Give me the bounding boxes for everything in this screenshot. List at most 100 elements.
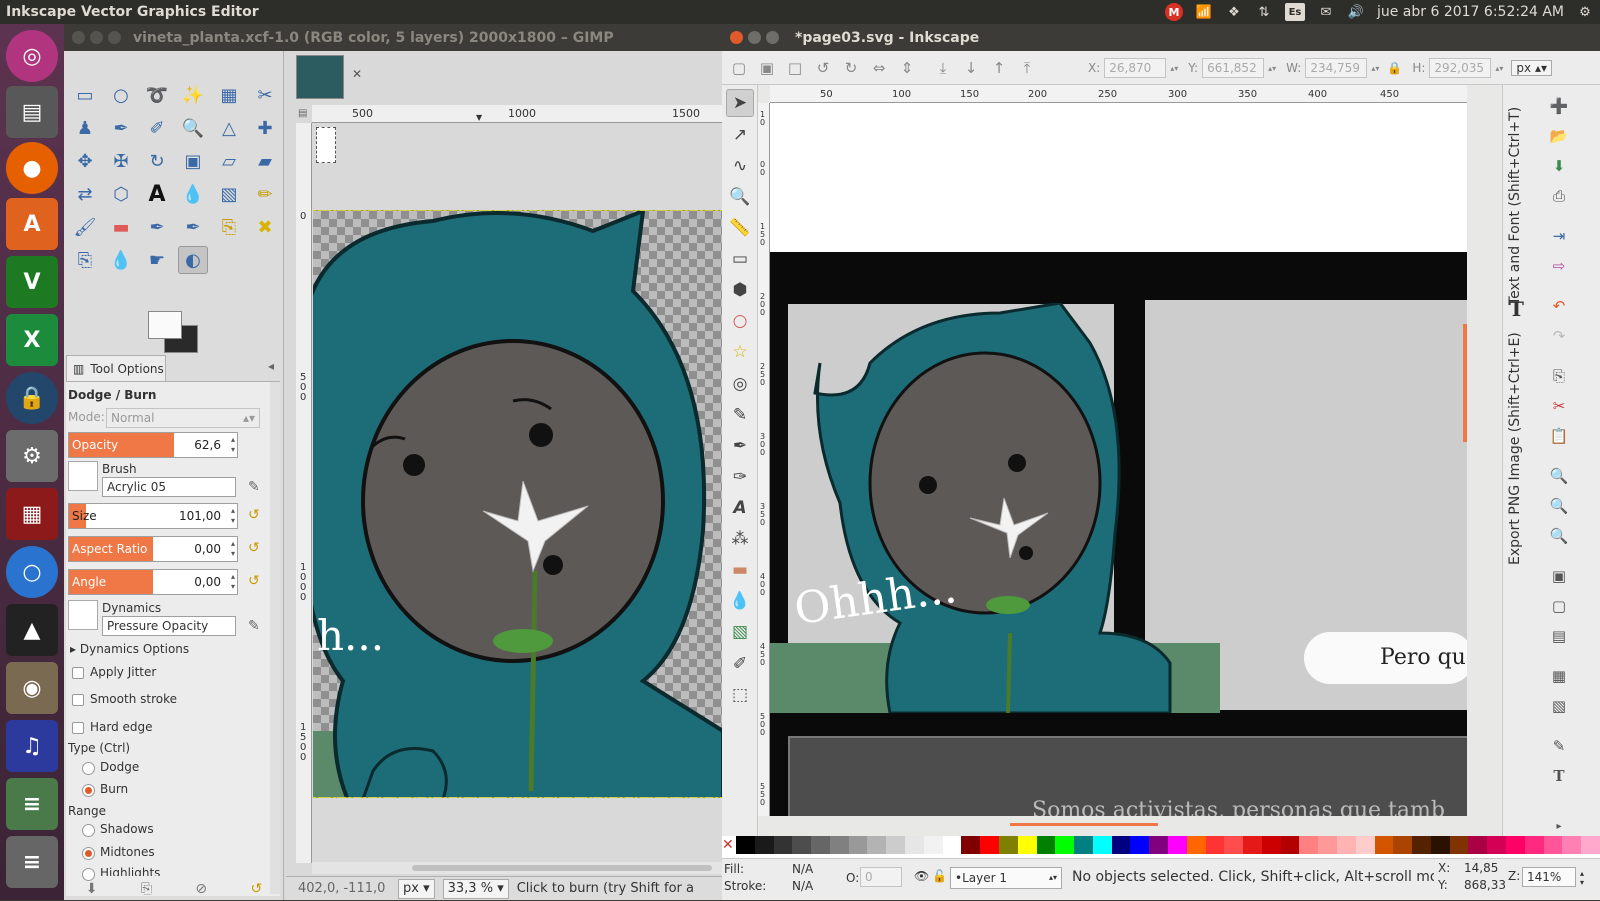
ink-icon[interactable]: ✒ xyxy=(178,213,208,241)
lock-icon[interactable]: 🔒 xyxy=(1387,61,1402,75)
files-icon[interactable]: ▤ xyxy=(6,86,58,138)
reset-aspect-icon[interactable]: ↺ xyxy=(248,540,266,558)
text-font-icon[interactable]: T xyxy=(1509,297,1524,321)
copy-icon[interactable]: ⎘ xyxy=(1548,365,1570,387)
color-swatch[interactable] xyxy=(998,836,1018,854)
color-swatch[interactable] xyxy=(1186,836,1206,854)
stack-app-2-icon[interactable]: ≡ xyxy=(6,836,58,888)
software-center-icon[interactable]: A xyxy=(6,198,58,250)
color-swatch[interactable] xyxy=(1280,836,1300,854)
stroke-value[interactable]: N/A xyxy=(792,879,813,893)
panel-menu-icon[interactable]: ◂ xyxy=(268,359,274,373)
color-swatch[interactable] xyxy=(829,836,849,854)
clone-icon[interactable]: ▢ xyxy=(1548,595,1570,617)
blend-icon[interactable]: ▧ xyxy=(214,180,244,208)
toolbar-overflow-icon[interactable]: ▸ xyxy=(1548,815,1570,837)
close-icon[interactable] xyxy=(72,31,85,44)
select-all-layers-icon[interactable]: ▣ xyxy=(756,57,778,79)
spin-icon[interactable]: ▴▾ xyxy=(231,435,235,455)
ellipse-tool-icon[interactable]: ○ xyxy=(726,307,754,335)
settings-icon[interactable]: ⚙ xyxy=(1576,3,1594,21)
ubuntu-dash-icon[interactable]: ◎ xyxy=(6,30,58,82)
zoom-select[interactable]: 33,3 % ▾ xyxy=(442,878,509,899)
paintbrush-icon[interactable]: 🖌 xyxy=(70,213,100,241)
ellipse-select-icon[interactable]: ○ xyxy=(106,81,136,109)
perspective-icon[interactable]: ▰ xyxy=(250,147,280,175)
inkscape-horizontal-scrollbar[interactable] xyxy=(770,819,1467,831)
maximize-icon[interactable] xyxy=(766,31,779,44)
color-swatch[interactable] xyxy=(773,836,793,854)
color-swatch[interactable] xyxy=(980,836,999,854)
crop-icon[interactable]: ✠ xyxy=(106,147,136,175)
deselect-icon[interactable]: □ xyxy=(784,57,806,79)
color-swatch[interactable] xyxy=(1111,836,1131,854)
color-swatch[interactable] xyxy=(736,836,755,854)
text-font-dialog-icon[interactable]: T xyxy=(1548,765,1570,787)
color-swatch[interactable] xyxy=(1092,836,1112,854)
color-swatch[interactable] xyxy=(905,836,924,854)
hard-edge-checkbox[interactable] xyxy=(72,722,84,734)
color-swatch[interactable] xyxy=(1543,836,1563,854)
pencil-tool-icon[interactable]: ✎ xyxy=(726,401,754,429)
color-swatch[interactable] xyxy=(1468,836,1488,854)
dynamics-options-expander[interactable]: ▸ Dynamics Options xyxy=(70,642,189,656)
heal-icon[interactable]: ✖ xyxy=(250,213,280,241)
paint-bucket-icon[interactable]: 💧 xyxy=(726,587,754,615)
delete-options-icon[interactable]: ⊘ xyxy=(195,881,207,897)
zoom-selection-icon[interactable]: 🔍 xyxy=(1548,465,1570,487)
dropper-tool-icon[interactable]: ✐ xyxy=(726,650,754,678)
color-picker-icon[interactable]: ✐ xyxy=(142,114,172,142)
dock-tab-text-and-font[interactable]: Text and Font (Shift+Ctrl+T) xyxy=(1507,105,1523,305)
perspective-clone-icon[interactable]: ⎘ xyxy=(70,246,100,274)
keyboard-layout-indicator[interactable]: Es xyxy=(1284,3,1305,21)
color-swatch[interactable] xyxy=(886,836,906,854)
unit-select[interactable]: px ▾ xyxy=(398,878,435,899)
flip-horizontal-icon[interactable]: ⇔ xyxy=(868,57,890,79)
y-field[interactable]: 661,852 xyxy=(1202,58,1265,78)
image-tab-thumbnail[interactable] xyxy=(296,55,344,99)
rotate-ccw-icon[interactable]: ↺ xyxy=(812,57,834,79)
opacity-slider[interactable]: Opacity 62,6 ▴ ▾ xyxy=(68,432,238,458)
rotate-icon[interactable]: ↻ xyxy=(142,147,172,175)
bucket-fill-icon[interactable]: 💧 xyxy=(178,180,208,208)
lock-icon[interactable]: 🔒 xyxy=(6,372,58,424)
brush-preview[interactable] xyxy=(68,461,98,491)
scale-icon[interactable]: ▣ xyxy=(178,147,208,175)
close-icon[interactable] xyxy=(730,31,743,44)
star-tool-icon[interactable]: ☆ xyxy=(726,338,754,366)
move-icon[interactable]: ✚ xyxy=(250,114,280,142)
chromium-icon[interactable]: ○ xyxy=(6,546,58,598)
paths-icon[interactable]: ✒ xyxy=(106,114,136,142)
unlink-clone-icon[interactable]: ▤ xyxy=(1548,625,1570,647)
smudge-icon[interactable]: ☛ xyxy=(142,246,172,274)
paste-icon[interactable]: 📋 xyxy=(1548,425,1570,447)
node-tool-icon[interactable]: ↗ xyxy=(726,121,754,149)
rect-select-icon[interactable]: ▭ xyxy=(70,81,100,109)
clock[interactable]: jue abr 6 2017 6:52:24 AM xyxy=(1377,4,1564,20)
color-swatch[interactable] xyxy=(1318,836,1337,854)
color-swatch[interactable] xyxy=(1074,836,1093,854)
free-select-icon[interactable]: ➰ xyxy=(142,81,172,109)
color-swatch[interactable] xyxy=(942,836,962,854)
range-midtones-radio[interactable] xyxy=(82,847,95,860)
zoom-icon[interactable]: 🔍 xyxy=(178,114,208,142)
close-tab-icon[interactable]: ✕ xyxy=(352,67,362,81)
calendar-app-icon[interactable]: ▦ xyxy=(6,488,58,540)
stack-app-icon[interactable]: ≡ xyxy=(6,778,58,830)
select-all-icon[interactable]: ▢ xyxy=(728,57,750,79)
blur-icon[interactable]: 💧 xyxy=(106,246,136,274)
color-swatch[interactable] xyxy=(1355,836,1375,854)
new-document-icon[interactable]: ➕ xyxy=(1548,95,1570,117)
color-swatch[interactable] xyxy=(811,836,830,854)
restore-options-icon[interactable]: ⎘ xyxy=(141,881,152,897)
foreground-select-icon[interactable]: ♟ xyxy=(70,114,100,142)
gimp-horizontal-scrollbar[interactable] xyxy=(312,862,722,874)
color-swatch[interactable] xyxy=(1036,836,1056,854)
zoom-field[interactable]: 141% xyxy=(1522,867,1576,887)
options-scrollbar[interactable] xyxy=(270,382,280,894)
color-swatch[interactable] xyxy=(1167,836,1187,854)
type-dodge-radio[interactable] xyxy=(82,762,95,775)
color-swatch[interactable] xyxy=(1449,836,1469,854)
color-swatch[interactable] xyxy=(1205,836,1225,854)
spray-tool-icon[interactable]: ⁂ xyxy=(726,525,754,553)
